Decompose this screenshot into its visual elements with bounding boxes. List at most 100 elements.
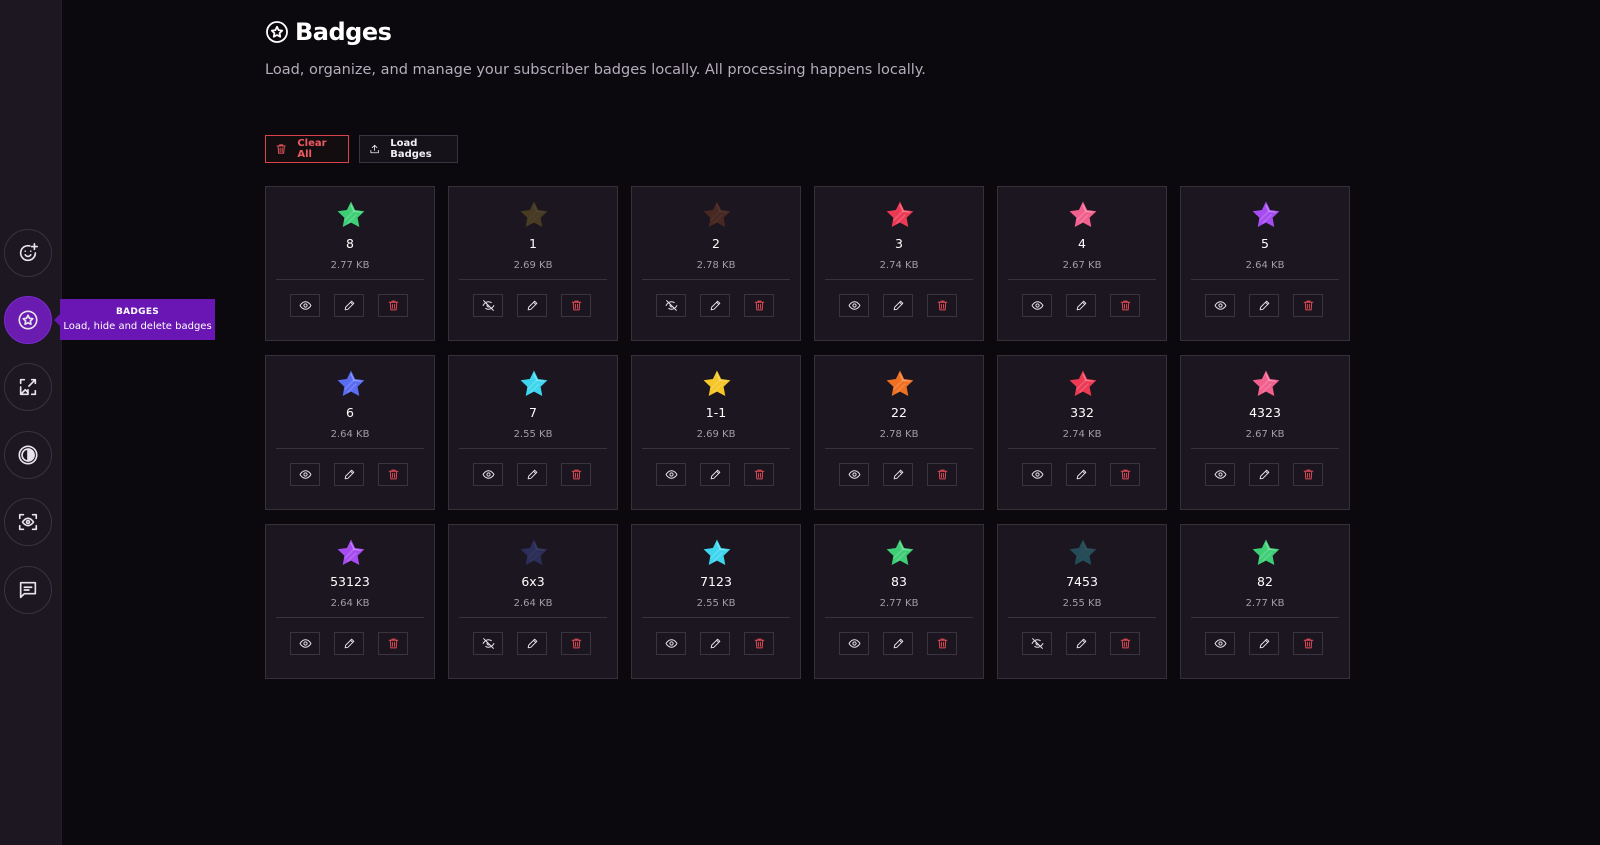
delete-button[interactable] [927, 463, 957, 486]
edit-button[interactable] [883, 463, 913, 486]
sidebar-item-contrast[interactable] [4, 431, 52, 479]
edit-button[interactable] [1066, 294, 1096, 317]
toggle-visibility-button[interactable] [656, 294, 686, 317]
delete-button[interactable] [378, 463, 408, 486]
badge-card: 3 2.74 KB [814, 186, 984, 341]
toggle-visibility-button[interactable] [839, 463, 869, 486]
badge-size: 2.77 KB [879, 598, 919, 609]
toggle-visibility-button[interactable] [290, 294, 320, 317]
toggle-visibility-button[interactable] [473, 463, 503, 486]
toggle-visibility-button[interactable] [473, 294, 503, 317]
badge-image [886, 539, 914, 565]
badge-image [337, 539, 365, 565]
delete-button[interactable] [561, 632, 591, 655]
delete-button[interactable] [1110, 294, 1140, 317]
toggle-visibility-button[interactable] [290, 463, 320, 486]
badge-card: 2 2.78 KB [631, 186, 801, 341]
toggle-visibility-button[interactable] [1022, 463, 1052, 486]
badge-image [520, 201, 548, 227]
delete-button[interactable] [378, 294, 408, 317]
badge-image [1252, 201, 1280, 227]
trash-icon [937, 469, 947, 480]
edit-button[interactable] [1066, 632, 1096, 655]
delete-button[interactable] [744, 463, 774, 486]
trash-icon [754, 469, 764, 480]
toggle-visibility-button[interactable] [1205, 632, 1235, 655]
sidebar-item-chat[interactable] [4, 566, 52, 614]
edit-button[interactable] [334, 463, 364, 486]
delete-button[interactable] [927, 294, 957, 317]
pencil-icon [1076, 300, 1086, 311]
edit-button[interactable] [883, 294, 913, 317]
badge-size: 2.77 KB [330, 260, 370, 271]
edit-button[interactable] [700, 463, 730, 486]
toggle-visibility-button[interactable] [1022, 294, 1052, 317]
delete-button[interactable] [561, 294, 591, 317]
edit-button[interactable] [517, 463, 547, 486]
badge-card: 1 2.69 KB [448, 186, 618, 341]
edit-button[interactable] [700, 294, 730, 317]
badge-card: 5 2.64 KB [1180, 186, 1350, 341]
sidebar-item-preview[interactable] [4, 498, 52, 546]
toggle-visibility-button[interactable] [1205, 463, 1235, 486]
badge-image [886, 370, 914, 396]
trash-icon [1120, 638, 1130, 649]
toggle-visibility-button[interactable] [839, 294, 869, 317]
delete-button[interactable] [1110, 463, 1140, 486]
edit-button[interactable] [334, 632, 364, 655]
edit-button[interactable] [1249, 632, 1279, 655]
badge-card: 4323 2.67 KB [1180, 355, 1350, 510]
badge-size: 2.69 KB [696, 429, 736, 440]
page-title: Badges [265, 18, 392, 46]
pencil-icon [893, 638, 903, 649]
edit-button[interactable] [1066, 463, 1096, 486]
sidebar-item-resize[interactable] [4, 363, 52, 411]
delete-button[interactable] [1293, 463, 1323, 486]
divider [459, 617, 607, 618]
badge-name: 53123 [330, 574, 370, 589]
toggle-visibility-button[interactable] [839, 632, 869, 655]
badge-size: 2.67 KB [1245, 429, 1285, 440]
pencil-icon [893, 469, 903, 480]
toggle-visibility-button[interactable] [656, 463, 686, 486]
toggle-visibility-button[interactable] [656, 632, 686, 655]
delete-button[interactable] [1293, 294, 1323, 317]
eye-icon [299, 470, 311, 479]
edit-button[interactable] [334, 294, 364, 317]
trash-icon [388, 469, 398, 480]
divider [1191, 279, 1339, 280]
delete-button[interactable] [927, 632, 957, 655]
delete-button[interactable] [561, 463, 591, 486]
delete-button[interactable] [378, 632, 408, 655]
badge-image [1069, 201, 1097, 227]
delete-button[interactable] [744, 632, 774, 655]
sidebar-item-badges[interactable] [4, 296, 52, 344]
toggle-visibility-button[interactable] [473, 632, 503, 655]
delete-button[interactable] [744, 294, 774, 317]
toggle-visibility-button[interactable] [290, 632, 320, 655]
badge-size: 2.55 KB [1062, 598, 1102, 609]
image-resize-icon [19, 378, 37, 396]
delete-button[interactable] [1110, 632, 1140, 655]
pencil-icon [710, 300, 720, 311]
edit-button[interactable] [1249, 294, 1279, 317]
eye-icon [848, 470, 860, 479]
load-badges-button[interactable]: Load Badges [359, 135, 458, 163]
contrast-icon [18, 445, 38, 465]
edit-button[interactable] [517, 294, 547, 317]
toggle-visibility-button[interactable] [1022, 632, 1052, 655]
badge-card: 1-1 2.69 KB [631, 355, 801, 510]
edit-button[interactable] [700, 632, 730, 655]
edit-button[interactable] [1249, 463, 1279, 486]
badge-card: 6x3 2.64 KB [448, 524, 618, 679]
pencil-icon [527, 638, 537, 649]
edit-button[interactable] [517, 632, 547, 655]
sidebar-item-emotes[interactable] [4, 229, 52, 277]
eye-scan-icon [18, 513, 38, 531]
edit-button[interactable] [883, 632, 913, 655]
clear-all-button[interactable]: Clear All [265, 135, 349, 163]
badge-name: 82 [1257, 574, 1273, 589]
delete-button[interactable] [1293, 632, 1323, 655]
badge-size: 2.55 KB [513, 429, 553, 440]
toggle-visibility-button[interactable] [1205, 294, 1235, 317]
